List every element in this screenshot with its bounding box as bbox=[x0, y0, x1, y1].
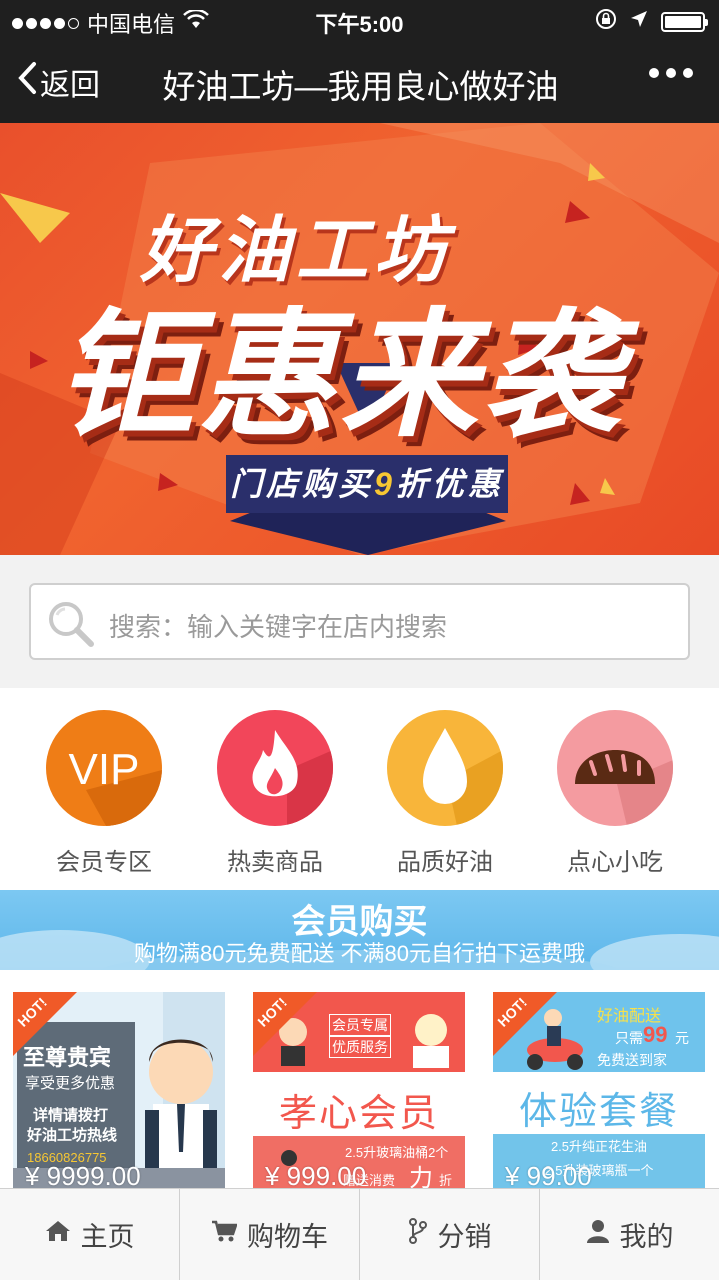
tab-cart[interactable]: 购物车 bbox=[180, 1189, 360, 1280]
trial-price-num: 99 bbox=[643, 1022, 668, 1047]
filial-title: 孝心会员 bbox=[278, 1093, 439, 1135]
home-icon bbox=[45, 1219, 71, 1250]
category-label: 品质好油 bbox=[397, 849, 493, 876]
category-label: 会员专区 bbox=[56, 849, 152, 876]
category-label: 热卖商品 bbox=[227, 849, 323, 876]
cart-icon bbox=[211, 1219, 238, 1250]
product-price: ¥ 9999.00 bbox=[25, 1161, 141, 1188]
filial-extra: 力 bbox=[409, 1165, 433, 1188]
user-icon bbox=[586, 1219, 610, 1250]
search-input[interactable]: 搜索：输入关键字在店内搜索 bbox=[29, 583, 690, 660]
category-vip[interactable]: VIP 会员专区 bbox=[44, 710, 164, 877]
bread-icon bbox=[557, 710, 673, 826]
trial-tag: 元 bbox=[675, 1030, 689, 1046]
tab-label: 购物车 bbox=[247, 1222, 328, 1252]
category-hot[interactable]: 热卖商品 bbox=[215, 710, 335, 877]
product-list: HOT! 至尊贵宾 享受更多优惠 详情请拨打 好油工坊热线 1866082677… bbox=[0, 970, 719, 1188]
vip-card-line: 好油工坊热线 bbox=[27, 1127, 118, 1144]
vip-icon: VIP bbox=[46, 710, 162, 826]
svg-text:VIP: VIP bbox=[69, 745, 140, 794]
product-card-filial[interactable]: HOT! 会员专属 优质服务 孝心会员 2.5升玻璃油桶2个 赠送消费 力 折 … bbox=[253, 992, 465, 1188]
filial-tag: 优质服务 bbox=[329, 1036, 391, 1058]
trial-title: 体验套餐 bbox=[518, 1091, 679, 1133]
member-subtitle: 购物满80元免费配送 不满80元自行拍下运费哦 bbox=[133, 941, 586, 966]
ribbon-highlight: 9 bbox=[374, 466, 396, 502]
member-banner[interactable]: 会员购买 购物满80元免费配送 不满80元自行拍下运费哦 bbox=[0, 890, 719, 970]
category-grid: VIP 会员专区 热卖商品 品质好油 点心小吃 bbox=[0, 688, 719, 890]
tab-label: 分销 bbox=[437, 1222, 492, 1252]
status-bar: 中国电信 下午5:00 bbox=[0, 0, 719, 40]
category-snacks[interactable]: 点心小吃 bbox=[555, 710, 675, 877]
trial-tag: 只需 bbox=[615, 1030, 643, 1046]
category-label: 点心小吃 bbox=[567, 849, 663, 876]
status-right bbox=[595, 8, 708, 36]
promo-banner[interactable]: 好油工坊 钜惠来袭 门店购买9折优惠 bbox=[0, 123, 719, 555]
category-oil[interactable]: 品质好油 bbox=[385, 710, 505, 877]
vip-card-line: 享受更多优惠 bbox=[25, 1075, 116, 1092]
tab-label: 我的 bbox=[619, 1222, 674, 1252]
oil-drop-icon bbox=[387, 710, 503, 826]
trial-tag: 免费送到家 bbox=[597, 1052, 667, 1068]
ribbon-prefix: 门店购买 bbox=[230, 466, 375, 502]
tab-distribution[interactable]: 分销 bbox=[360, 1189, 540, 1280]
banner-headline: 钜惠来袭 bbox=[56, 299, 625, 453]
product-price: ¥ 99.00 bbox=[505, 1161, 592, 1188]
search-placeholder: 搜索：输入关键字在店内搜索 bbox=[109, 612, 448, 642]
tab-label: 主页 bbox=[80, 1222, 135, 1252]
product-card-trial[interactable]: HOT! 好油配送 只需 99 元 免费送到家 体验套餐 2.5升纯正花生油 2… bbox=[493, 992, 705, 1188]
flame-icon bbox=[217, 710, 333, 826]
tab-home[interactable]: 主页 bbox=[0, 1189, 180, 1280]
tab-mine[interactable]: 我的 bbox=[540, 1189, 719, 1280]
filial-tag: 会员专属 bbox=[329, 1014, 391, 1036]
filial-extra: 折 bbox=[439, 1173, 453, 1188]
trial-note: 2.5升纯正花生油 bbox=[550, 1139, 648, 1154]
ribbon-suffix: 折优惠 bbox=[395, 466, 504, 502]
product-price: ¥ 999.00 bbox=[265, 1161, 367, 1188]
branch-icon bbox=[408, 1218, 428, 1251]
battery-icon bbox=[661, 12, 708, 32]
page-title: 好油工坊—我用良心做好油 bbox=[162, 68, 559, 105]
rotation-lock-icon bbox=[595, 8, 617, 36]
banner-ribbon: 门店购买9折优惠 bbox=[226, 455, 508, 513]
bottom-tab-bar: 主页 购物车 分销 我的 bbox=[0, 1188, 719, 1280]
nav-bar: 返回 好油工坊—我用良心做好油 bbox=[0, 40, 719, 123]
product-card-vip[interactable]: HOT! 至尊贵宾 享受更多优惠 详情请拨打 好油工坊热线 1866082677… bbox=[13, 992, 225, 1188]
vip-card-line: 详情请拨打 bbox=[33, 1107, 109, 1124]
location-arrow-icon bbox=[629, 9, 649, 35]
more-dots-icon[interactable] bbox=[649, 68, 693, 78]
search-icon bbox=[45, 599, 97, 654]
search-section: 搜索：输入关键字在店内搜索 bbox=[0, 555, 719, 688]
